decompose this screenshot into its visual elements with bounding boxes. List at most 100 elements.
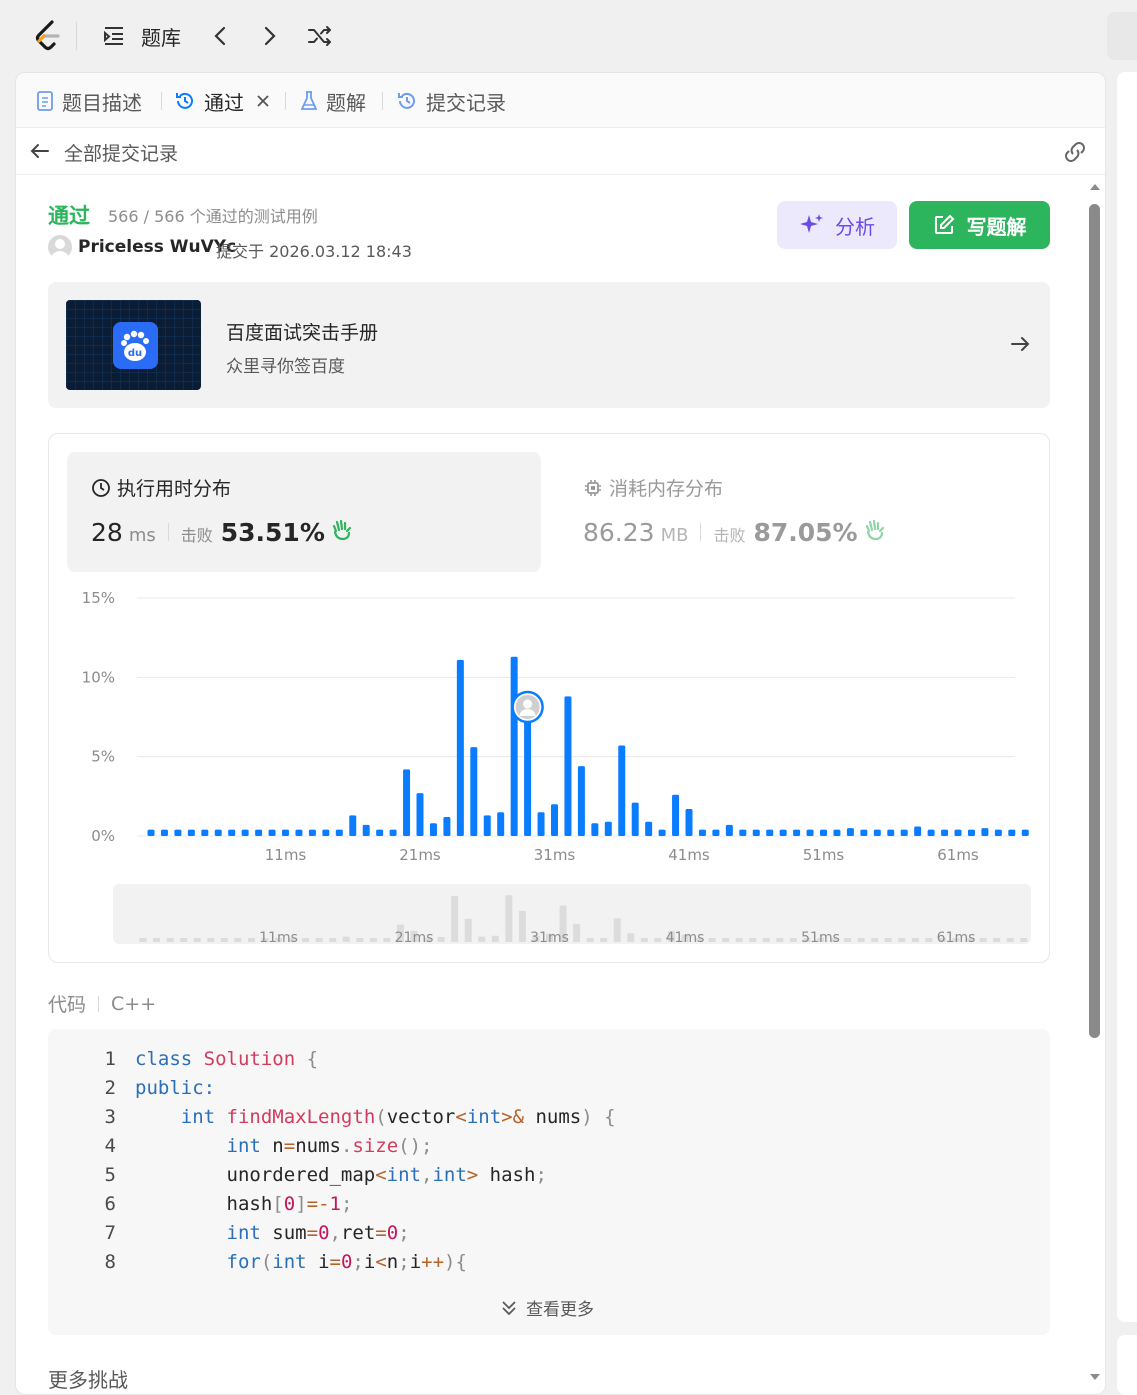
chart-bar[interactable]: [537, 812, 545, 836]
chart-bar[interactable]: [174, 829, 182, 836]
chart-bar[interactable]: [793, 829, 801, 836]
all-submissions-link[interactable]: 全部提交记录: [64, 139, 178, 166]
write-solution-button[interactable]: 写题解: [909, 201, 1050, 249]
chart-bar[interactable]: [604, 821, 612, 836]
view-more-button[interactable]: 查看更多: [500, 1295, 594, 1320]
chart-bar[interactable]: [510, 656, 518, 836]
chart-bar[interactable]: [429, 823, 437, 836]
chart-bar[interactable]: [564, 696, 572, 836]
chart-bar[interactable]: [766, 829, 774, 836]
chart-bar[interactable]: [1021, 829, 1029, 836]
chart-bar[interactable]: [941, 829, 949, 836]
chart-bar[interactable]: [914, 826, 922, 836]
chart-bar[interactable]: [322, 829, 330, 836]
chart-bar[interactable]: [416, 793, 424, 836]
chart-bar[interactable]: [846, 828, 854, 836]
chart-bar[interactable]: [349, 815, 357, 836]
scroll-up-icon[interactable]: [1089, 182, 1101, 192]
runtime-distribution-chart[interactable]: 0% 5% 10% 15% 11ms 21ms 31ms 41ms 51ms 61ms: [67, 582, 1033, 862]
chart-range-navigator[interactable]: 11ms 21ms 31ms 41ms 51ms 61ms: [113, 884, 1031, 944]
chart-bar[interactable]: [255, 829, 263, 836]
chart-bar[interactable]: [779, 829, 787, 836]
chart-bar[interactable]: [524, 717, 532, 836]
tab-solutions[interactable]: 题解: [300, 87, 366, 115]
chart-bar[interactable]: [833, 829, 841, 836]
chart-bar[interactable]: [618, 745, 626, 836]
chart-bar[interactable]: [147, 829, 155, 836]
chart-bar[interactable]: [698, 829, 706, 836]
chart-bar[interactable]: [376, 829, 384, 836]
shuffle-icon[interactable]: [306, 23, 334, 49]
chart-bar[interactable]: [873, 829, 881, 836]
chart-bar[interactable]: [820, 829, 827, 836]
chart-bar[interactable]: [282, 829, 289, 836]
scrollbar-thumb[interactable]: [1089, 204, 1100, 1038]
scroll-down-icon[interactable]: [1089, 1372, 1101, 1382]
chart-bar[interactable]: [712, 829, 720, 836]
problem-bank-link[interactable]: 题库: [141, 22, 181, 51]
chart-bar[interactable]: [927, 829, 935, 836]
arrow-left-icon[interactable]: [28, 139, 52, 163]
chart-bar[interactable]: [860, 829, 868, 836]
problem-list-icon[interactable]: [102, 24, 126, 48]
username-link[interactable]: Priceless WuVYc: [78, 237, 236, 257]
chart-bar[interactable]: [362, 824, 370, 836]
promo-banner[interactable]: du 百度面试突击手册 众里寻你签百度: [48, 282, 1050, 408]
chart-bar[interactable]: [591, 823, 599, 836]
chart-bar[interactable]: [631, 802, 639, 836]
chart-bar[interactable]: [403, 769, 411, 836]
tab-description[interactable]: 题目描述: [36, 87, 142, 115]
chart-bar[interactable]: [389, 829, 397, 836]
code-label: 代码: [48, 994, 87, 1016]
right-toolbar-stub[interactable]: [1107, 12, 1137, 60]
chart-bar[interactable]: [470, 747, 478, 836]
link-icon[interactable]: [1062, 139, 1088, 165]
chart-bar[interactable]: [685, 809, 693, 836]
chart-bar[interactable]: [994, 829, 1002, 836]
chart-bar[interactable]: [308, 829, 316, 836]
chart-bar[interactable]: [268, 829, 276, 836]
chart-bar[interactable]: [806, 829, 814, 836]
chevron-left-icon[interactable]: [208, 22, 234, 50]
chart-bar[interactable]: [900, 829, 908, 836]
chart-bar[interactable]: [214, 829, 222, 836]
chart-bar[interactable]: [483, 815, 491, 836]
analyze-button[interactable]: 分析: [777, 201, 897, 249]
your-submission-marker[interactable]: [511, 690, 544, 724]
chart-bar[interactable]: [335, 829, 343, 836]
chart-bar[interactable]: [577, 766, 585, 836]
chart-bar[interactable]: [241, 829, 249, 836]
leetcode-logo-icon[interactable]: [30, 18, 66, 54]
chart-bar[interactable]: [160, 829, 168, 836]
chart-bar[interactable]: [954, 829, 962, 836]
tab-submissions[interactable]: 提交记录: [396, 87, 506, 115]
chart-bar[interactable]: [551, 804, 558, 836]
chart-bar[interactable]: [443, 816, 451, 836]
chart-bar[interactable]: [981, 828, 989, 836]
chart-bar[interactable]: [187, 829, 195, 836]
chart-bar[interactable]: [295, 829, 303, 836]
mini-bar: [613, 918, 621, 942]
chart-bar[interactable]: [752, 829, 760, 836]
close-icon[interactable]: [256, 94, 270, 108]
memory-card[interactable]: 消耗内存分布 86.23 MB 击败 87.05%: [559, 452, 1033, 572]
chart-bar[interactable]: [739, 829, 747, 836]
chart-bar[interactable]: [658, 829, 666, 836]
runtime-card[interactable]: 执行用时分布 28 ms 击败 53.51%: [67, 452, 541, 572]
avatar[interactable]: [48, 235, 72, 259]
chart-bar[interactable]: [887, 829, 895, 836]
chart-bar[interactable]: [497, 812, 505, 836]
chart-bar[interactable]: [672, 794, 680, 836]
chart-bar[interactable]: [725, 824, 733, 836]
code-block[interactable]: 1 class Solution { 2 public: 3 int findMax…: [48, 1029, 1050, 1335]
chart-bar[interactable]: [967, 829, 975, 836]
chart-bar[interactable]: [201, 829, 209, 836]
scrollbar[interactable]: [1088, 176, 1105, 1394]
chart-bar[interactable]: [1008, 829, 1016, 836]
chart-bar[interactable]: [645, 821, 653, 836]
chevron-right-icon[interactable]: [256, 22, 282, 50]
chart-bar[interactable]: [228, 829, 236, 836]
tab-accepted[interactable]: 通过: [174, 87, 278, 115]
chart-bar[interactable]: [456, 659, 464, 836]
mini-bar: [776, 938, 784, 942]
